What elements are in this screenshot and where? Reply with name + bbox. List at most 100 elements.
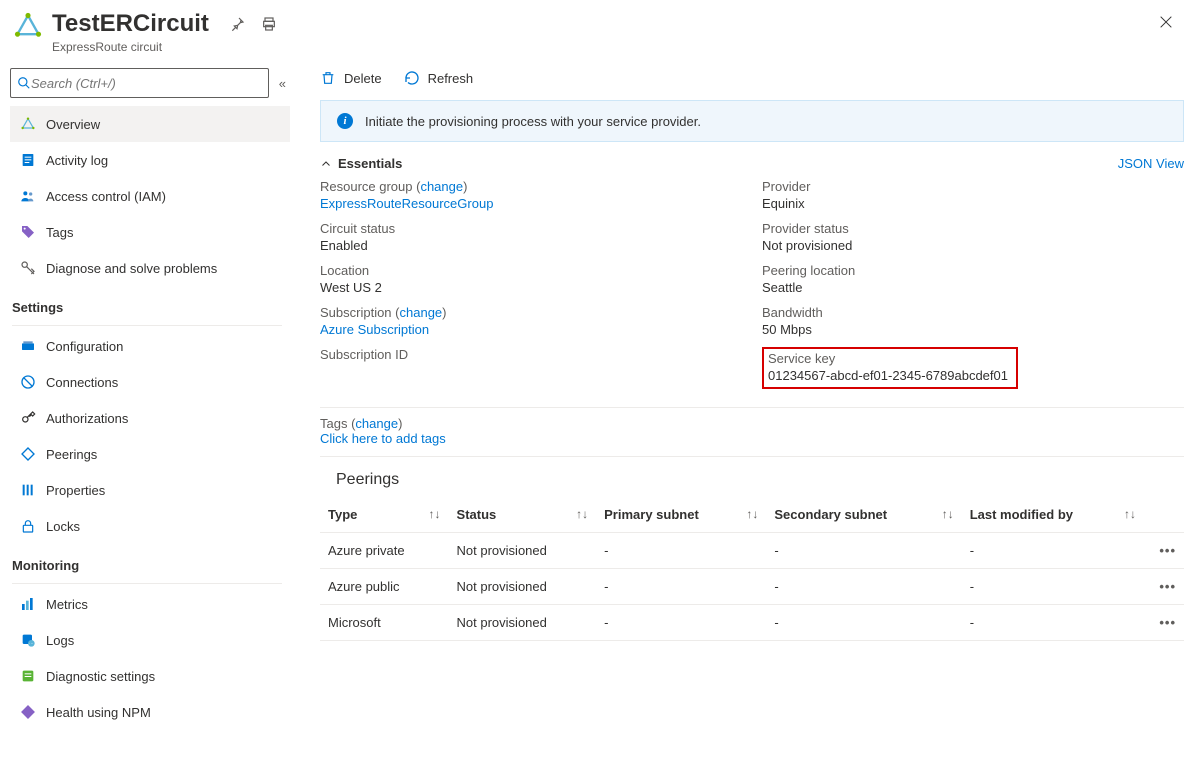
sidebar-item-overview[interactable]: Overview: [10, 106, 290, 142]
bandwidth-label: Bandwidth: [762, 305, 1184, 320]
refresh-button[interactable]: Refresh: [404, 70, 474, 86]
metrics-icon: [20, 596, 36, 612]
json-view-link[interactable]: JSON View: [1118, 156, 1184, 171]
essentials-label: Essentials: [338, 156, 402, 171]
provider-value: Equinix: [762, 196, 1184, 211]
row-menu-button[interactable]: •••: [1144, 605, 1184, 641]
locks-icon: [20, 518, 36, 534]
peerings-table: Type↑↓Status↑↓Primary subnet↑↓Secondary …: [320, 497, 1184, 641]
cell-status: Not provisioned: [449, 569, 597, 605]
resource-group-value[interactable]: ExpressRouteResourceGroup: [320, 196, 493, 211]
diagnose-icon: [20, 260, 36, 276]
sidebar-item-tags[interactable]: Tags: [10, 214, 290, 250]
sidebar-item-label: Logs: [46, 633, 74, 648]
provider-label: Provider: [762, 179, 1184, 194]
tags-icon: [20, 224, 36, 240]
sidebar-section-monitoring: Monitoring: [10, 544, 290, 579]
delete-button[interactable]: Delete: [320, 70, 382, 86]
sidebar-item-label: Health using NPM: [46, 705, 151, 720]
column-type[interactable]: Type↑↓: [320, 497, 449, 533]
cell-modified: -: [962, 569, 1144, 605]
sidebar-item-label: Properties: [46, 483, 105, 498]
sidebar-item-connections[interactable]: Connections: [10, 364, 290, 400]
essentials-toggle[interactable]: Essentials: [320, 156, 402, 171]
sidebar-item-label: Activity log: [46, 153, 108, 168]
column-status[interactable]: Status↑↓: [449, 497, 597, 533]
column-primary-subnet[interactable]: Primary subnet↑↓: [596, 497, 766, 533]
divider: [12, 583, 282, 584]
iam-icon: [20, 188, 36, 204]
tags-change-link[interactable]: change: [355, 416, 398, 431]
search-icon: [17, 76, 31, 90]
cell-modified: -: [962, 533, 1144, 569]
peerings-title: Peerings: [320, 457, 1184, 497]
table-row[interactable]: MicrosoftNot provisioned---•••: [320, 605, 1184, 641]
sidebar-item-properties[interactable]: Properties: [10, 472, 290, 508]
cell-secondary: -: [766, 605, 961, 641]
cell-status: Not provisioned: [449, 533, 597, 569]
row-menu-button[interactable]: •••: [1144, 569, 1184, 605]
info-banner: i Initiate the provisioning process with…: [320, 100, 1184, 142]
row-menu-button[interactable]: •••: [1144, 533, 1184, 569]
pin-icon[interactable]: [229, 16, 245, 35]
bandwidth-value: 50 Mbps: [762, 322, 1184, 337]
sidebar-item-diagnose-and-solve-problems[interactable]: Diagnose and solve problems: [10, 250, 290, 286]
subscription-label: Subscription: [320, 305, 392, 320]
provider-status-label: Provider status: [762, 221, 1184, 236]
subscription-change-link[interactable]: change: [400, 305, 443, 320]
sidebar-item-label: Connections: [46, 375, 118, 390]
search-input[interactable]: [31, 76, 262, 91]
table-row[interactable]: Azure privateNot provisioned---•••: [320, 533, 1184, 569]
subscription-id-label: Subscription ID: [320, 347, 742, 362]
sidebar-item-locks[interactable]: Locks: [10, 508, 290, 544]
sidebar-item-authorizations[interactable]: Authorizations: [10, 400, 290, 436]
table-row[interactable]: Azure publicNot provisioned---•••: [320, 569, 1184, 605]
cell-primary: -: [596, 569, 766, 605]
resource-group-change-link[interactable]: change: [420, 179, 463, 194]
svg-text:⋯: ⋯: [29, 641, 34, 646]
sidebar-item-configuration[interactable]: Configuration: [10, 328, 290, 364]
close-button[interactable]: [1152, 10, 1180, 39]
tags-value-link[interactable]: Click here to add tags: [320, 431, 446, 446]
collapse-sidebar-button[interactable]: «: [279, 76, 286, 91]
sidebar-item-activity-log[interactable]: Activity log: [10, 142, 290, 178]
peering-location-label: Peering location: [762, 263, 1184, 278]
sidebar-item-logs[interactable]: ⋯ Logs: [10, 622, 290, 658]
column-last-modified-by[interactable]: Last modified by↑↓: [962, 497, 1144, 533]
cell-type: Azure public: [320, 569, 449, 605]
sidebar-item-health-using-npm[interactable]: Health using NPM: [10, 694, 290, 730]
sidebar-item-label: Locks: [46, 519, 80, 534]
logs-icon: ⋯: [20, 632, 36, 648]
peerings-icon: [20, 446, 36, 462]
sidebar-section-settings: Settings: [10, 286, 290, 321]
service-key-value: 01234567-abcd-ef01-2345-6789abcdef01: [768, 368, 1008, 383]
divider: [12, 325, 282, 326]
sidebar-item-label: Overview: [46, 117, 100, 132]
sidebar-item-metrics[interactable]: Metrics: [10, 586, 290, 622]
sidebar-item-label: Authorizations: [46, 411, 128, 426]
column-secondary-subnet[interactable]: Secondary subnet↑↓: [766, 497, 961, 533]
activity-icon: [20, 152, 36, 168]
print-icon[interactable]: [261, 16, 277, 35]
resource-icon: [12, 10, 44, 42]
circuit-status-label: Circuit status: [320, 221, 742, 236]
sidebar-item-label: Diagnostic settings: [46, 669, 155, 684]
sidebar: « Overview Activity log Access control (IA…: [0, 60, 290, 730]
sidebar-item-diagnostic-settings[interactable]: Diagnostic settings: [10, 658, 290, 694]
cell-secondary: -: [766, 533, 961, 569]
subscription-value[interactable]: Azure Subscription: [320, 322, 429, 337]
column-actions: [1144, 497, 1184, 533]
delete-label: Delete: [344, 71, 382, 86]
sidebar-item-label: Configuration: [46, 339, 123, 354]
sidebar-item-label: Diagnose and solve problems: [46, 261, 217, 276]
search-input-wrap[interactable]: [10, 68, 269, 98]
location-label: Location: [320, 263, 742, 278]
peering-location-value: Seattle: [762, 280, 1184, 295]
sidebar-item-peerings[interactable]: Peerings: [10, 436, 290, 472]
sidebar-item-access-control-iam-[interactable]: Access control (IAM): [10, 178, 290, 214]
main-content: Delete Refresh i Initiate the provisioni…: [290, 60, 1200, 730]
page-subtitle: ExpressRoute circuit: [52, 40, 209, 54]
sidebar-item-label: Metrics: [46, 597, 88, 612]
info-text: Initiate the provisioning process with y…: [365, 114, 701, 129]
cell-primary: -: [596, 605, 766, 641]
